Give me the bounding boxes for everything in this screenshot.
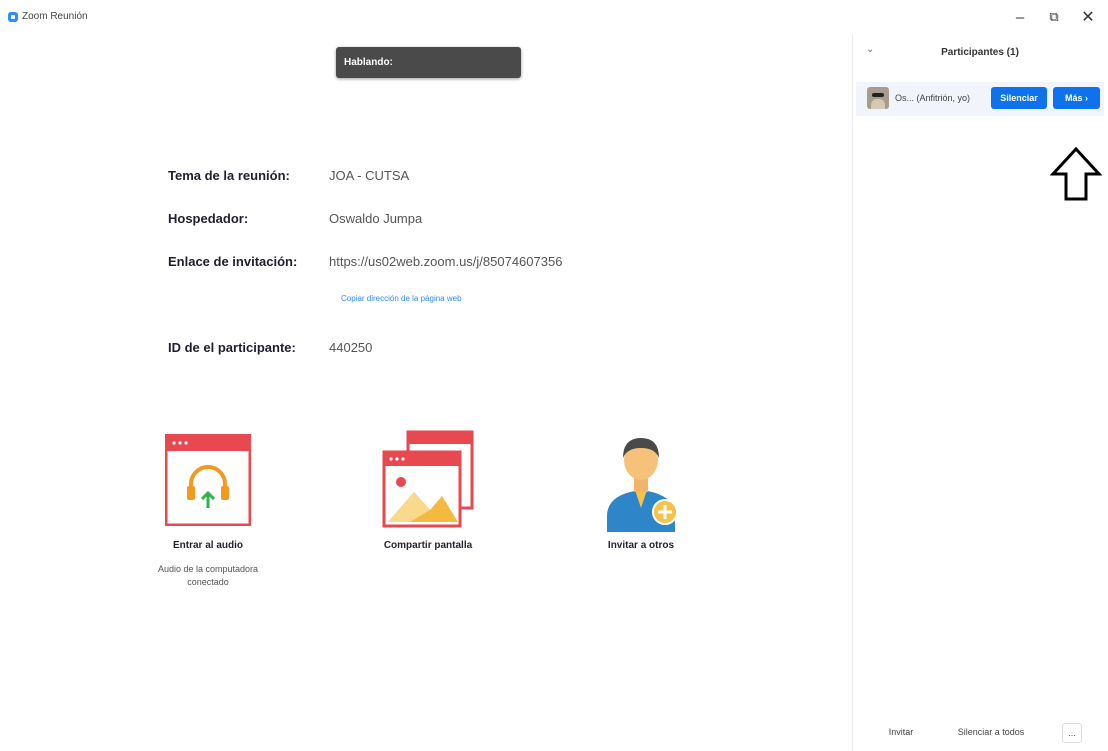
mute-participant-button[interactable]: Silenciar <box>991 87 1047 109</box>
zoom-logo-icon <box>8 12 18 22</box>
topic-value: JOA - CUTSA <box>329 168 410 183</box>
invite-link-value[interactable]: https://us02web.zoom.us/j/85074607356 <box>329 254 562 269</box>
share-screen-button[interactable]: Compartir pantalla <box>364 430 492 551</box>
host-value: Oswaldo Jumpa <box>329 211 423 226</box>
invite-link-label: Enlace de invitación: <box>168 254 298 269</box>
minimize-button[interactable]: – <box>1008 6 1032 28</box>
copy-link-button[interactable]: Copiar dirección de la página web <box>341 294 462 303</box>
topic-label: Tema de la reunión: <box>168 168 290 183</box>
participant-id-value: 440250 <box>329 340 373 355</box>
participants-title: Participantes (1) <box>941 47 1019 58</box>
speaking-indicator: Hablando: <box>336 47 521 78</box>
avatar <box>867 87 889 109</box>
participants-panel <box>852 34 1108 751</box>
close-button[interactable]: ✕ <box>1076 6 1100 28</box>
invite-button[interactable]: Invitar <box>880 721 922 743</box>
speaking-label: Hablando: <box>344 57 393 68</box>
more-options-button[interactable]: Más › <box>1053 87 1100 109</box>
restore-button[interactable]: ⧉ <box>1042 6 1066 28</box>
title-bar: Zoom Reunión – ⧉ ✕ <box>0 0 1108 34</box>
invite-others-button[interactable]: Invitar a otros <box>596 428 686 551</box>
participant-id-label: ID de el participante: <box>168 340 296 355</box>
host-label: Hospedador: <box>168 211 249 226</box>
share-screen-icon <box>382 430 474 528</box>
invite-user-icon <box>607 438 678 532</box>
mute-all-button[interactable]: Silenciar a todos <box>948 721 1034 743</box>
more-icon[interactable]: ... <box>1062 723 1082 743</box>
window-title: Zoom Reunión <box>22 11 88 22</box>
invite-others-label: Invitar a otros <box>607 540 675 551</box>
participant-name: Os... (Anfitrión, yo) <box>895 93 971 103</box>
share-screen-label: Compartir pantalla <box>383 540 473 551</box>
headphones-icon <box>165 434 251 526</box>
audio-status-text: Audio de la computadora conectado <box>157 564 259 587</box>
join-audio-button[interactable]: Entrar al audio Audio de la computadora … <box>140 434 276 589</box>
arrow-up-icon <box>1050 146 1102 201</box>
join-audio-label: Entrar al audio <box>172 540 243 551</box>
